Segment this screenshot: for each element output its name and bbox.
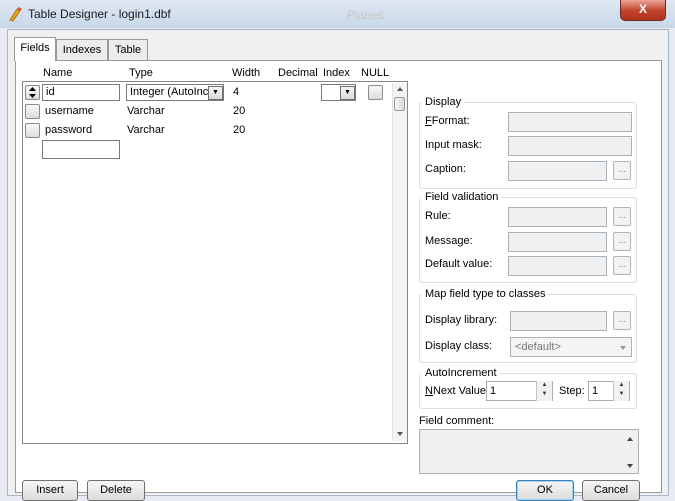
scroll-down-arrow-icon[interactable] <box>396 431 404 437</box>
message-ellipsis-button[interactable]: ... <box>613 232 631 251</box>
field-name-input[interactable]: id <box>42 84 120 101</box>
scroll-up-arrow-icon[interactable] <box>396 86 404 92</box>
row-selector[interactable] <box>25 104 40 119</box>
field-comment-label: Field comment: <box>419 415 495 427</box>
caption-ellipsis-button[interactable]: ... <box>613 161 631 180</box>
step-spinner[interactable]: ▲ ▼ <box>613 381 629 401</box>
next-value-label: NNext Value: <box>425 385 490 397</box>
input-mask-field[interactable] <box>508 136 632 156</box>
delete-button[interactable]: Delete <box>87 480 145 501</box>
display-class-label: Display class: <box>425 340 493 352</box>
window-title: Table Designer - login1.dbf <box>28 7 171 21</box>
background-window-title: Planes <box>347 8 384 22</box>
field-type-cell[interactable]: Varchar <box>127 105 165 117</box>
field-comment-textarea[interactable] <box>419 429 639 474</box>
map-field-type-title: Map field type to classes <box>422 288 549 300</box>
column-header-name: Name <box>43 67 73 79</box>
input-mask-label: Input mask: <box>425 139 482 151</box>
autoincrement-title: AutoIncrement <box>422 367 500 379</box>
column-header-width: Width <box>232 67 261 79</box>
caption-field[interactable] <box>508 161 607 181</box>
title-bar: Table Designer - login1.dbf Planes X <box>0 0 675 28</box>
default-value-label: Default value: <box>425 258 493 270</box>
tab-indexes[interactable]: Indexes <box>56 39 108 60</box>
rule-label: Rule: <box>425 210 451 222</box>
field-type-cell[interactable]: Varchar <box>127 124 165 136</box>
tab-fields[interactable]: Fields <box>14 37 56 61</box>
field-width-cell[interactable]: 4 <box>233 86 239 98</box>
step-label: Step: <box>559 385 585 397</box>
tab-table[interactable]: Table <box>108 39 148 60</box>
ok-button[interactable]: OK <box>516 480 574 501</box>
display-class-dropdown-arrow-icon[interactable] <box>619 345 627 351</box>
display-group-title: Display <box>422 96 465 108</box>
map-field-type-group: Map field type to classes Display librar… <box>419 288 637 363</box>
fields-tab-panel: Name Type Width Decimal Index NULL id In… <box>15 60 662 501</box>
column-header-decimal: Decimal <box>278 67 318 79</box>
close-button[interactable]: X <box>620 0 666 21</box>
display-library-ellipsis-button[interactable]: ... <box>613 311 631 330</box>
dialog-body: Fields Indexes Table Name Type Width Dec… <box>7 29 669 501</box>
null-checkbox[interactable] <box>368 85 383 100</box>
field-validation-title: Field validation <box>422 191 502 203</box>
row-selector-move-icon[interactable] <box>25 85 40 100</box>
rule-ellipsis-button[interactable]: ... <box>613 207 631 226</box>
next-value-spinner[interactable]: ▲ ▼ <box>536 381 552 401</box>
rule-field[interactable] <box>508 207 607 227</box>
next-value-input[interactable]: 1 ▲ ▼ <box>486 381 553 401</box>
row-selector[interactable] <box>25 123 40 138</box>
display-library-field[interactable] <box>510 311 607 331</box>
field-validation-group: Field validation Rule: ... Message: ... … <box>419 191 637 283</box>
cancel-button[interactable]: Cancel <box>582 480 640 501</box>
table-designer-icon <box>9 7 22 22</box>
scroll-thumb[interactable] <box>394 97 405 111</box>
comment-scroll-down-icon[interactable] <box>626 463 634 469</box>
new-field-name-input[interactable] <box>42 140 120 159</box>
step-input[interactable]: 1 ▲ ▼ <box>588 381 630 401</box>
message-label: Message: <box>425 235 473 247</box>
field-name-cell[interactable]: password <box>45 124 92 136</box>
field-width-cell[interactable]: 20 <box>233 124 245 136</box>
field-name-cell[interactable]: username <box>45 105 94 117</box>
display-group: Display FFormat: Input mask: Caption: ..… <box>419 96 637 189</box>
autoincrement-group: AutoIncrement NNext Value: 1 ▲ ▼ Step: 1 … <box>419 367 637 409</box>
format-label: FFormat: <box>425 115 470 127</box>
column-header-null: NULL <box>361 67 390 79</box>
column-header-type: Type <box>129 67 153 79</box>
message-field[interactable] <box>508 232 607 252</box>
insert-button[interactable]: Insert <box>22 480 78 501</box>
display-library-label: Display library: <box>425 314 498 326</box>
type-dropdown-arrow-icon[interactable]: ▼ <box>208 86 223 100</box>
fields-grid[interactable]: id Integer (AutoInc ▼ 4 ▼ username Varch… <box>22 81 408 444</box>
comment-scroll-up-icon[interactable] <box>626 436 634 442</box>
caption-label: Caption: <box>425 163 466 175</box>
column-header-index: Index <box>323 67 350 79</box>
grid-vertical-scrollbar[interactable] <box>392 83 407 441</box>
default-value-field[interactable] <box>508 256 607 276</box>
display-class-select[interactable]: <default> <box>510 337 632 357</box>
index-dropdown-arrow-icon[interactable]: ▼ <box>340 86 355 100</box>
default-value-ellipsis-button[interactable]: ... <box>613 256 631 275</box>
format-field[interactable] <box>508 112 632 132</box>
field-width-cell[interactable]: 20 <box>233 105 245 117</box>
